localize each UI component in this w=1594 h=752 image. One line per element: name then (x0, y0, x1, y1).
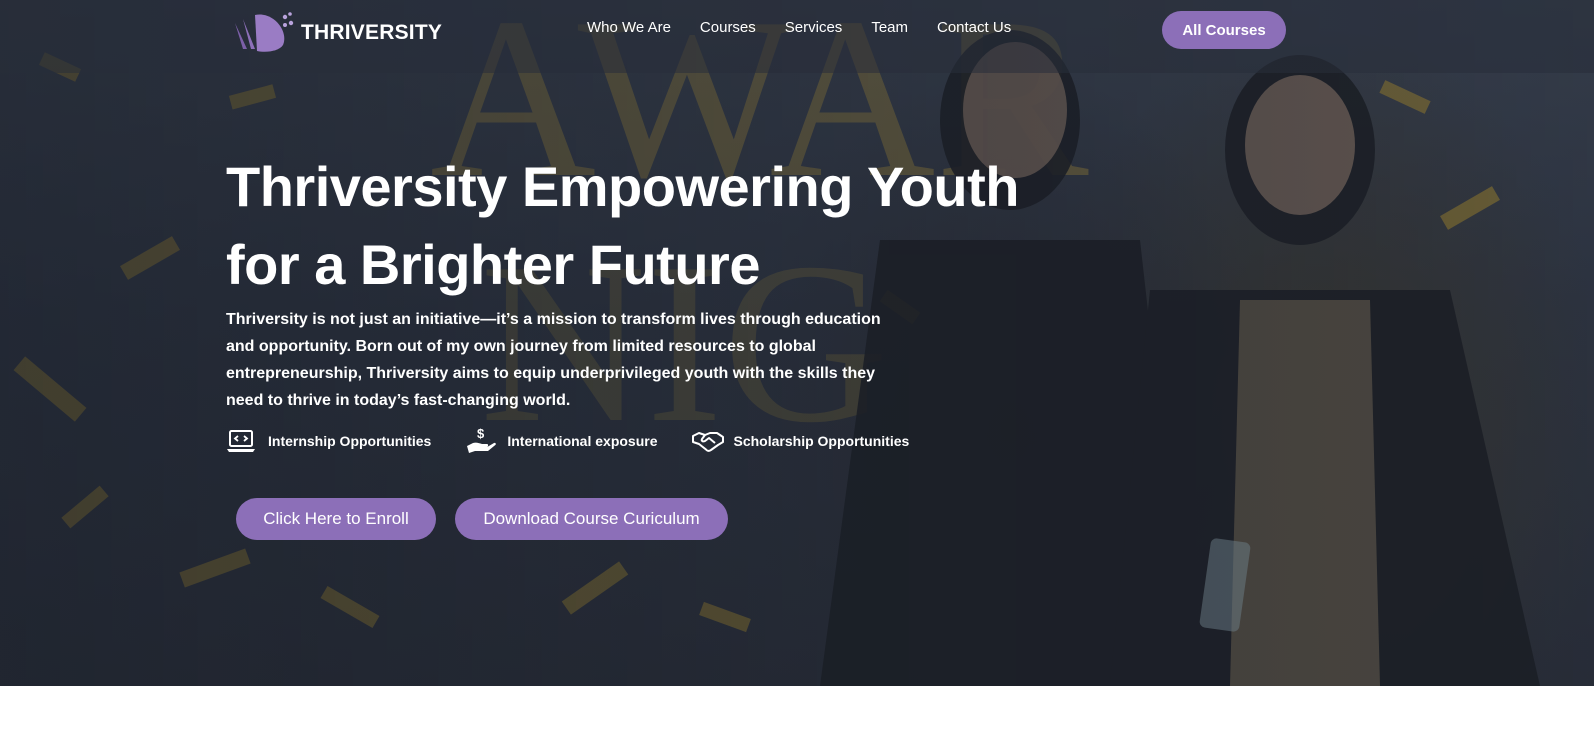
brand-logo[interactable]: THRIVERSITY (233, 6, 442, 56)
brand-name: THRIVERSITY (301, 21, 443, 44)
nav-contact-us[interactable]: Contact Us (937, 19, 1011, 36)
top-navbar: THRIVERSITY Who We Are Courses Services … (0, 0, 1594, 73)
enroll-button[interactable]: Click Here to Enroll (236, 498, 436, 540)
hero-description: Thriversity is not just an initiative—it… (226, 311, 881, 409)
main-nav: Who We Are Courses Services Team Contact… (587, 19, 1040, 36)
feature-list: Internship Opportunities $ International… (226, 426, 943, 455)
thriversity-logo-icon (235, 12, 294, 52)
feature-label: International exposure (507, 433, 658, 449)
svg-text:$: $ (477, 426, 485, 441)
nav-courses[interactable]: Courses (700, 19, 756, 36)
all-courses-button[interactable]: All Courses (1162, 11, 1286, 49)
laptop-code-icon (226, 427, 258, 455)
feature-international: $ International exposure (465, 426, 658, 455)
download-curriculum-button[interactable]: Download Course Curiculum (455, 498, 728, 540)
nav-who-we-are[interactable]: Who We Are (587, 19, 671, 36)
feature-scholarship: Scholarship Opportunities (691, 427, 910, 455)
nav-services[interactable]: Services (785, 19, 843, 36)
hero-headline: Thriversity Empowering Youth for a Brigh… (226, 148, 1026, 304)
hand-dollar-icon: $ (465, 426, 497, 455)
feature-label: Scholarship Opportunities (733, 433, 910, 449)
handshake-icon (691, 427, 724, 455)
nav-team[interactable]: Team (871, 19, 908, 36)
feature-label: Internship Opportunities (268, 433, 432, 449)
hero-headline-line-1: Thriversity Empowering Youth (226, 155, 1019, 218)
hero-headline-line-2: for a Brighter Future (226, 233, 760, 296)
feature-internship: Internship Opportunities (226, 427, 431, 455)
